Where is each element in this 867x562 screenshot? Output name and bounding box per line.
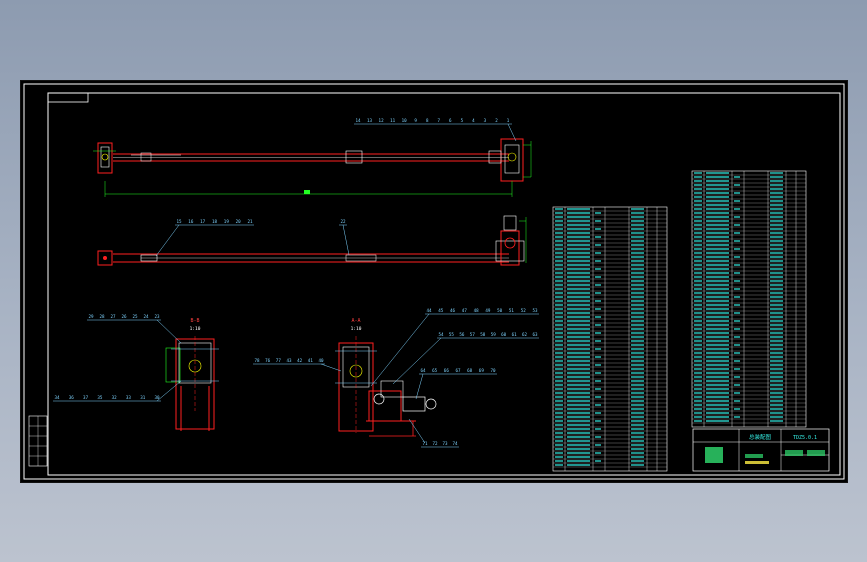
callout-number: 9 xyxy=(414,118,417,123)
callout-number: 26 xyxy=(121,314,127,319)
callout-number: 46 xyxy=(450,308,456,313)
callout-number: 33 xyxy=(126,395,132,400)
callout-number: 73 xyxy=(442,441,448,446)
callout-number: 61 xyxy=(512,332,518,337)
main-elevation-view xyxy=(93,138,532,197)
callout-number: 2 xyxy=(495,118,498,123)
cad-viewport[interactable]: 14 13 12 11 10 9 8 7 6 5 4 3 2 1 15 16 17 18 19 20 21 22 xyxy=(20,80,848,483)
section-aa-scale: 1:10 xyxy=(351,326,362,332)
callout-number: 74 xyxy=(452,441,458,446)
callout-number: 22 xyxy=(340,219,346,224)
callout-number: 15 xyxy=(176,219,182,224)
section-aa-view xyxy=(335,336,437,437)
callout-number: 10 xyxy=(402,118,408,123)
callout-number: 63 xyxy=(532,332,538,337)
left-binding-strip xyxy=(28,415,48,467)
assembly-drawing: 14 13 12 11 10 9 8 7 6 5 4 3 2 1 15 16 17 18 19 20 21 22 xyxy=(23,83,845,480)
callout-number: 8 xyxy=(426,118,429,123)
callout-number: 34 xyxy=(54,395,60,400)
callout-number: 29 xyxy=(88,314,94,319)
callout-number: 47 xyxy=(462,308,468,313)
callouts-middle-row: 15 16 17 18 19 20 21 22 xyxy=(155,219,350,257)
callout-number: 66 xyxy=(444,368,450,373)
callout-number: 58 xyxy=(480,332,486,337)
callout-number: 78 xyxy=(254,358,260,363)
callout-number: 53 xyxy=(532,308,538,313)
callout-number: 19 xyxy=(224,219,230,224)
parts-list-left xyxy=(552,206,668,472)
callout-number: 57 xyxy=(470,332,476,337)
drawing-number: TDZ5.0.1 xyxy=(793,435,817,441)
callout-number: 36 xyxy=(69,395,75,400)
callout-number: 3 xyxy=(484,118,487,123)
callout-number: 13 xyxy=(367,118,373,123)
corner-code-box xyxy=(47,92,89,103)
callout-number: 28 xyxy=(99,314,105,319)
callout-number: 56 xyxy=(459,332,465,337)
callout-number: 4 xyxy=(472,118,475,123)
callout-number: 60 xyxy=(501,332,507,337)
callout-number: 35 xyxy=(97,395,103,400)
plan-view xyxy=(97,215,527,266)
callout-number: 40 xyxy=(318,358,324,363)
section-bb-view xyxy=(165,336,219,431)
callout-number: 24 xyxy=(143,314,149,319)
callout-number: 11 xyxy=(390,118,396,123)
callout-number: 70 xyxy=(490,368,496,373)
callout-number: 51 xyxy=(509,308,515,313)
section-bb-scale: 1:10 xyxy=(190,326,201,332)
callout-number: 18 xyxy=(212,219,218,224)
callout-number: 31 xyxy=(140,395,146,400)
callout-number: 1 xyxy=(507,118,510,123)
callout-number: 23 xyxy=(154,314,160,319)
callout-number: 16 xyxy=(188,219,194,224)
callout-number: 55 xyxy=(449,332,455,337)
callout-number: 25 xyxy=(132,314,138,319)
callout-number: 59 xyxy=(491,332,497,337)
callouts-section-bb: 29 28 27 26 25 24 2334 36 37 35 32 33 31 30 xyxy=(53,314,182,402)
callout-number: 52 xyxy=(521,308,527,313)
callout-number: 68 xyxy=(467,368,473,373)
callout-number: 41 xyxy=(308,358,314,363)
callout-number: 42 xyxy=(297,358,303,363)
callout-number: 14 xyxy=(355,118,361,123)
callout-number: 43 xyxy=(286,358,292,363)
callout-number: 48 xyxy=(474,308,480,313)
drawing-title: 总装配图 xyxy=(749,433,772,441)
callout-number: 71 xyxy=(422,441,428,446)
callout-number: 64 xyxy=(420,368,426,373)
inner-frame xyxy=(47,92,841,476)
parts-list-right xyxy=(691,170,807,428)
callout-number: 77 xyxy=(276,358,282,363)
callout-number: 7 xyxy=(438,118,441,123)
callout-number: 69 xyxy=(479,368,485,373)
section-aa-title: A-A xyxy=(351,318,360,324)
callout-number: 27 xyxy=(110,314,116,319)
callout-number: 50 xyxy=(497,308,503,313)
callout-number: 32 xyxy=(112,395,118,400)
callout-number: 45 xyxy=(438,308,444,313)
callout-number: 67 xyxy=(455,368,461,373)
callout-number: 6 xyxy=(449,118,452,123)
section-bb-title: B-B xyxy=(190,318,199,324)
callout-number: 54 xyxy=(438,332,444,337)
callout-number: 37 xyxy=(83,395,89,400)
callout-number: 44 xyxy=(426,308,432,313)
callout-number: 21 xyxy=(247,219,253,224)
callout-number: 62 xyxy=(522,332,528,337)
callout-number: 76 xyxy=(265,358,271,363)
callouts-section-aa: 78 76 77 43 42 41 40 44 45 46 47 48 49 50 51 52 53 54 55 56… xyxy=(253,308,539,448)
callout-number: 17 xyxy=(200,219,206,224)
callout-number: 20 xyxy=(236,219,242,224)
callout-number: 12 xyxy=(379,118,385,123)
callout-number: 5 xyxy=(461,118,464,123)
callout-number: 65 xyxy=(432,368,438,373)
callout-number: 72 xyxy=(432,441,438,446)
callouts-top-row: 14 13 12 11 10 9 8 7 6 5 4 3 2 1 xyxy=(354,118,517,142)
callout-number: 49 xyxy=(485,308,491,313)
